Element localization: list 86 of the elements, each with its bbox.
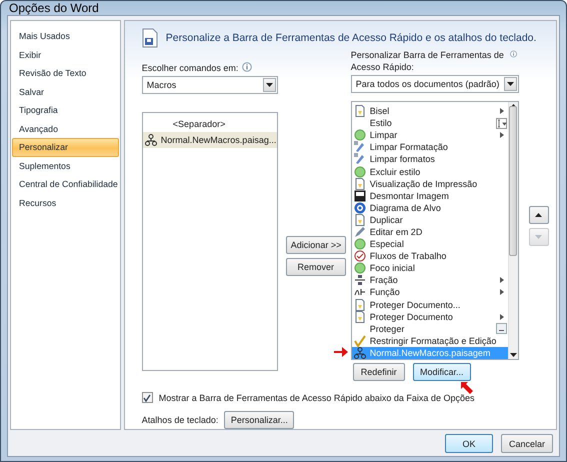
submenu-arrow-icon xyxy=(500,132,504,138)
window-title: Opções do Word xyxy=(9,1,99,15)
document-icon xyxy=(354,178,366,190)
modify-button[interactable]: Modificar... xyxy=(412,363,471,381)
macro-icon xyxy=(354,346,366,359)
list-item[interactable]: Função xyxy=(352,286,508,298)
circle-icon xyxy=(354,262,366,274)
submenu-arrow-icon xyxy=(500,314,504,320)
macro-icon xyxy=(144,134,157,146)
pencil-icon xyxy=(354,226,366,238)
check-circle-icon xyxy=(354,250,366,262)
brush-icon xyxy=(354,141,366,154)
checkmark-icon xyxy=(354,334,366,347)
fraction-icon xyxy=(354,274,366,286)
circle-icon xyxy=(354,166,366,178)
field-label: Personalizar Barra de Ferramentas de Acesso Rápido: xyxy=(350,49,505,73)
list-item[interactable]: Proteger Documento xyxy=(352,310,508,323)
down-triangle-icon xyxy=(506,82,514,86)
list-item[interactable]: Proteger xyxy=(352,322,508,335)
commands-dropdown[interactable]: Macros xyxy=(142,76,278,94)
list-item[interactable]: Excluir estilo xyxy=(352,165,508,178)
list-item[interactable]: Normal.NewMacros.paisag... xyxy=(142,132,277,148)
info-icon xyxy=(510,49,517,59)
list-item[interactable]: Especial xyxy=(352,238,508,250)
header-text: Personalize a Barra de Ferramentas de Acesso Rápido e os atalhos do teclado. xyxy=(166,32,536,44)
cancel-button[interactable]: Cancelar xyxy=(501,434,553,453)
list-item[interactable]: Fluxos de Trabalho xyxy=(352,250,508,262)
image-icon xyxy=(354,190,366,202)
field-label: Escolher comandos em: xyxy=(142,62,238,74)
brush-icon xyxy=(354,153,366,166)
checkbox[interactable] xyxy=(142,392,153,403)
shortcuts-label: Atalhos de teclado: xyxy=(142,415,218,425)
document-icon xyxy=(354,310,366,323)
customize-button[interactable]: Personalizar... xyxy=(224,411,294,429)
sidebar-item[interactable]: Revisão de Texto xyxy=(12,64,119,82)
sidebar-item[interactable]: Central de Confiabilidade xyxy=(12,175,119,194)
document-icon xyxy=(354,105,366,118)
list-item[interactable]: Duplicar xyxy=(352,214,508,226)
remove-button[interactable]: Remover xyxy=(286,258,346,276)
checkmark-icon xyxy=(143,394,152,402)
style-combo-icon xyxy=(496,118,507,129)
checkbox-label: Mostrar a Barra de Ferramentas de Acesso Rápido abaixo da Faixa de Opções xyxy=(158,392,474,402)
sidebar-item[interactable]: Exibir xyxy=(12,46,119,64)
function-icon xyxy=(354,288,366,296)
target-icon xyxy=(354,202,366,214)
list-item[interactable]: Limpar xyxy=(352,129,508,142)
more-button-icon xyxy=(496,323,507,334)
list-item[interactable]: Diagrama de Alvo xyxy=(352,202,508,214)
list-item[interactable]: <Separador> xyxy=(142,116,277,132)
list-item[interactable]: Restringir Formatação e Edição xyxy=(352,334,508,347)
circle-icon xyxy=(354,238,366,250)
toolbar-page-icon xyxy=(142,28,158,48)
circle-icon xyxy=(354,129,366,142)
ok-button[interactable]: OK xyxy=(445,434,493,453)
pointer-arrow-icon xyxy=(460,382,473,394)
down-triangle-icon xyxy=(510,353,517,357)
add-button[interactable]: Adicionar >> xyxy=(286,236,346,254)
down-triangle-icon xyxy=(266,83,273,87)
up-triangle-icon xyxy=(535,213,542,217)
sidebar-item[interactable]: Salvar xyxy=(12,82,119,101)
document-icon xyxy=(354,298,366,311)
submenu-arrow-icon xyxy=(500,108,504,114)
info-icon xyxy=(242,62,252,72)
list-item[interactable]: Desmontar Imagem xyxy=(352,190,508,202)
sidebar-item[interactable]: Suplementos xyxy=(12,156,119,175)
list-item[interactable]: Fração xyxy=(352,274,508,286)
list-item[interactable]: Proteger Documento... xyxy=(352,298,508,311)
reset-button[interactable]: Redefinir xyxy=(352,363,405,381)
list-item[interactable]: Limpar Formatação xyxy=(352,141,508,154)
sidebar-item[interactable]: Tipografia xyxy=(12,101,119,120)
down-triangle-icon xyxy=(535,235,542,239)
sidebar-item[interactable]: Mais Usados xyxy=(12,27,119,46)
move-up-button[interactable] xyxy=(528,206,549,224)
list-item[interactable]: Foco inicial xyxy=(352,262,508,274)
scrollbar[interactable] xyxy=(508,102,518,359)
sidebar-item[interactable]: Recursos xyxy=(12,194,119,212)
list-item[interactable]: Limpar formatos xyxy=(352,153,508,166)
scope-dropdown[interactable]: Para todos os documentos (padrão) xyxy=(350,75,519,93)
list-item[interactable]: Visualização de Impressão xyxy=(352,178,508,190)
document-icon xyxy=(354,214,366,226)
sidebar-item[interactable]: Personalizar xyxy=(12,138,119,156)
sidebar-item[interactable]: Avançado xyxy=(12,120,119,138)
list-item[interactable]: Editar em 2D xyxy=(352,226,508,238)
list-item[interactable]: Bisel xyxy=(352,105,508,118)
arrow-icon xyxy=(334,347,348,357)
list-item[interactable]: Estilo xyxy=(352,117,508,130)
